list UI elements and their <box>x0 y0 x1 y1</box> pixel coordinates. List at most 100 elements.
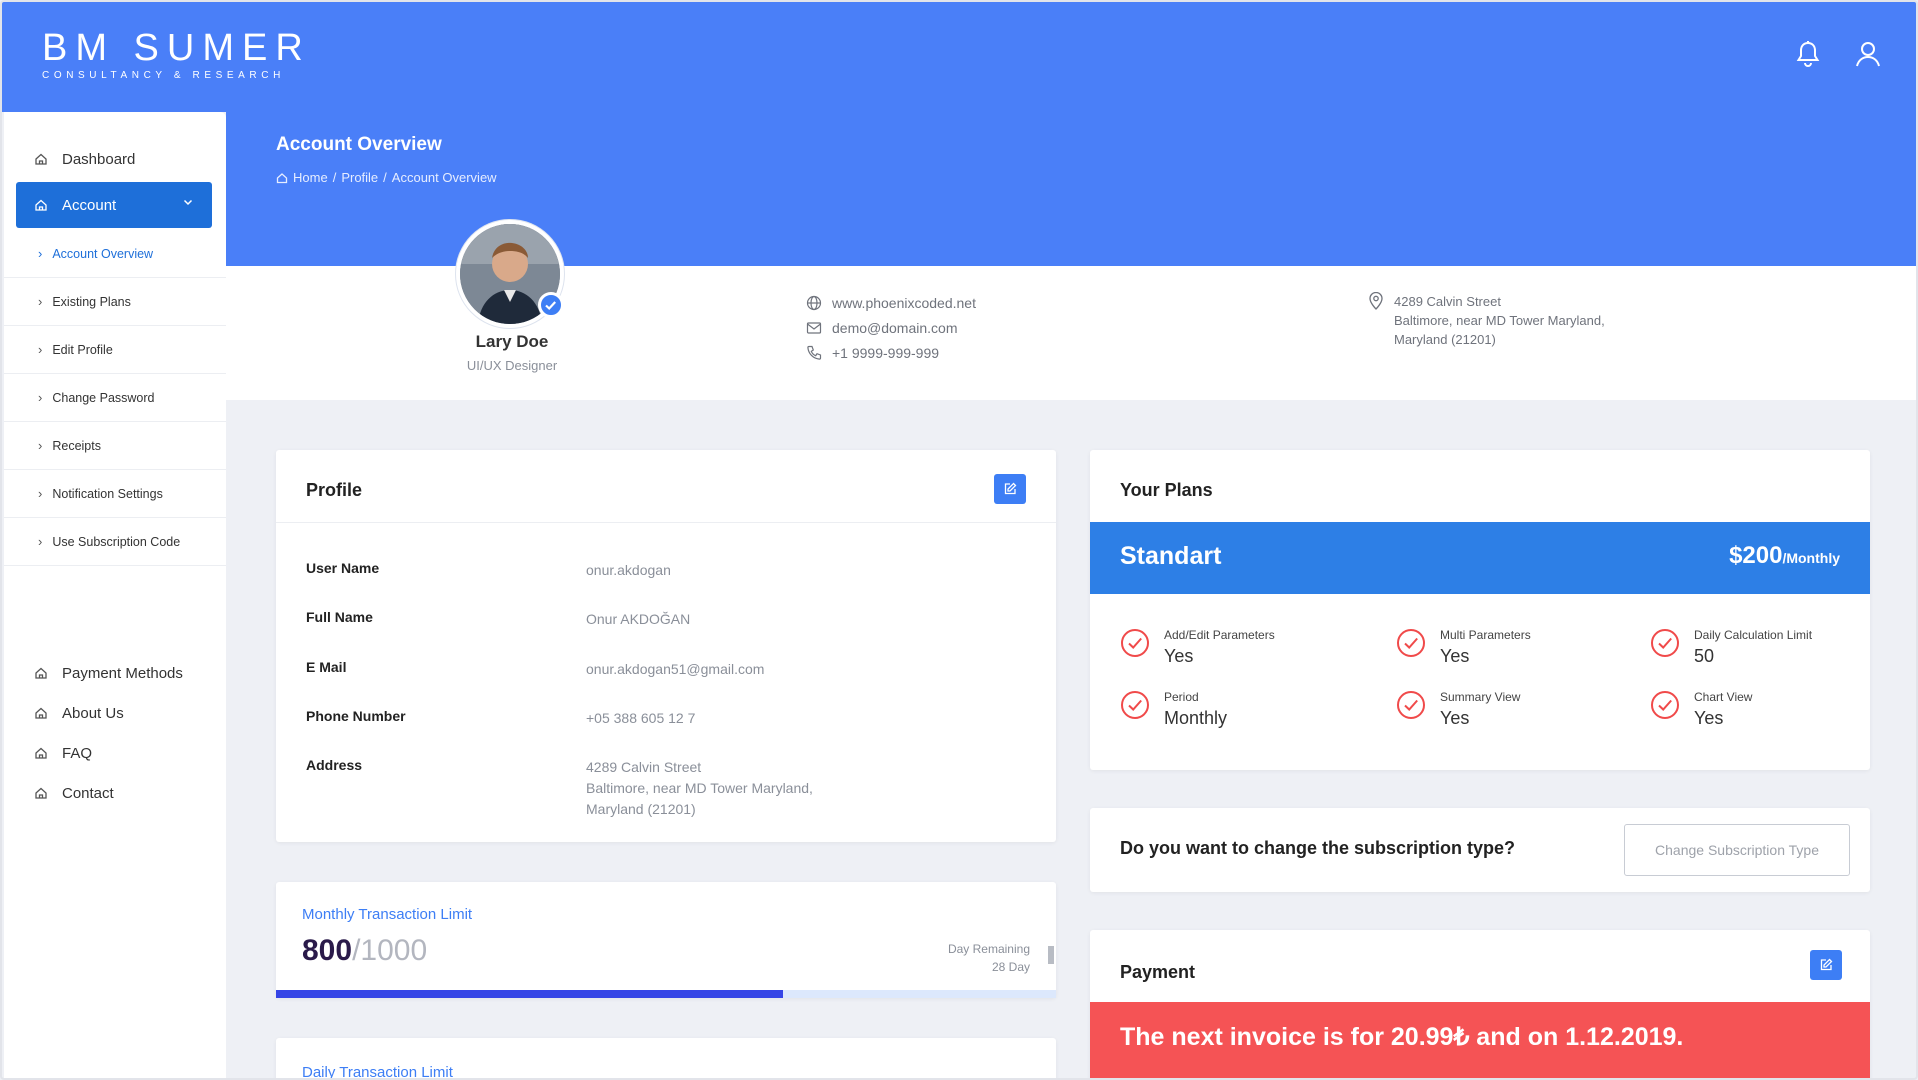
chevron-right-icon: › <box>38 246 43 261</box>
brand-logo[interactable]: BM SUMER CONSULTANCY & RESEARCH <box>42 28 311 81</box>
plan-banner: Standart $200/Monthly <box>1090 522 1870 594</box>
profile-row-phone: Phone Number +05 388 605 12 7 <box>306 708 695 729</box>
day-remaining-value: 28 Day <box>991 960 1030 974</box>
sidebar-subitem-notification-settings[interactable]: › Notification Settings <box>4 470 226 518</box>
chevron-right-icon: › <box>38 534 43 549</box>
edit-payment-button[interactable] <box>1810 950 1842 980</box>
profile-card-title: Profile <box>306 480 363 500</box>
sidebar-subitem-label: Change Password <box>52 390 155 405</box>
row-label: Full Name <box>306 609 373 625</box>
map-pin-icon <box>1369 292 1383 310</box>
feature-value: 50 <box>1694 646 1715 666</box>
breadcrumb: Home / Profile / Account Overview <box>276 170 497 185</box>
chevron-right-icon: › <box>38 486 43 501</box>
day-remaining: Day Remaining 28 Day <box>948 940 1030 976</box>
row-label: Phone Number <box>306 708 406 724</box>
brand-subtitle: CONSULTANCY & RESEARCH <box>42 70 285 81</box>
sidebar-item-contact[interactable]: Contact <box>16 770 212 816</box>
app-window: BM SUMER CONSULTANCY & RESEARCH Account … <box>0 0 1918 1080</box>
address-line: Baltimore, near MD Tower Maryland, <box>586 780 813 796</box>
chevron-right-icon: › <box>38 294 43 309</box>
breadcrumb-profile[interactable]: Profile <box>341 170 378 185</box>
plans-card: Your Plans Standart $200/Monthly Add/Edi… <box>1090 450 1870 770</box>
subscription-question: Do you want to change the subscription t… <box>1120 838 1516 858</box>
sidebar-subitem-edit-profile[interactable]: › Edit Profile <box>4 326 226 374</box>
feature-label: Chart View <box>1694 690 1753 704</box>
edit-profile-button[interactable] <box>994 474 1026 504</box>
sidebar-subitem-use-subscription-code[interactable]: › Use Subscription Code <box>4 518 226 566</box>
plan-feature: Multi Parameters Yes <box>1396 628 1531 667</box>
feature-label: Multi Parameters <box>1440 628 1531 642</box>
home-icon <box>35 787 47 799</box>
check-circle-icon <box>1121 629 1149 657</box>
plan-feature: Add/Edit Parameters Yes <box>1120 628 1275 667</box>
scroll-handle[interactable] <box>1048 946 1054 964</box>
limit-total: /1000 <box>352 934 428 967</box>
top-bar: BM SUMER CONSULTANCY & RESEARCH <box>2 2 1916 112</box>
feature-value: Monthly <box>1164 708 1228 728</box>
home-icon <box>35 707 47 719</box>
address-line: Maryland (21201) <box>1394 332 1496 347</box>
payment-card: Payment The next invoice is for 20.99₺ a… <box>1090 930 1870 1078</box>
globe-icon <box>806 295 822 310</box>
contact-email[interactable]: demo@domain.com <box>806 315 976 340</box>
home-icon <box>35 199 47 211</box>
feature-value: Yes <box>1440 708 1470 728</box>
user-icon[interactable] <box>1852 38 1884 70</box>
row-label: E Mail <box>306 659 347 675</box>
row-value: Onur AKDOĞAN <box>586 611 691 627</box>
feature-value: Yes <box>1694 708 1724 728</box>
home-icon <box>35 667 47 679</box>
sidebar-subitem-receipts[interactable]: › Receipts <box>4 422 226 470</box>
divider <box>276 522 1056 523</box>
sidebar-item-label: Contact <box>62 784 114 802</box>
breadcrumb-home[interactable]: Home <box>293 170 328 185</box>
sidebar-subitem-label: Edit Profile <box>52 342 113 357</box>
phone-icon <box>807 345 822 360</box>
contact-phone[interactable]: +1 9999-999-999 <box>806 340 976 365</box>
sidebar-subitem-label: Receipts <box>52 438 101 453</box>
profile-card: Profile User Name onur.akdogan Full Name… <box>276 450 1056 842</box>
contact-address: 4289 Calvin Street Baltimore, near MD To… <box>1368 292 1605 349</box>
day-remaining-label: Day Remaining <box>947 942 1030 956</box>
contact-info: www.phoenixcoded.net demo@domain.com +1 … <box>806 290 976 365</box>
check-circle-icon <box>1121 691 1149 719</box>
sidebar-subitem-account-overview[interactable]: › Account Overview <box>4 230 226 278</box>
sidebar-item-label: Dashboard <box>62 150 136 168</box>
address-line: 4289 Calvin Street <box>586 759 702 775</box>
row-label: Address <box>306 757 363 773</box>
sidebar-item-account[interactable]: Account <box>16 182 212 228</box>
plan-name: Standart <box>1120 542 1222 570</box>
payment-notice-banner: The next invoice is for 20.99₺ and on 1.… <box>1090 1002 1870 1078</box>
email-text: demo@domain.com <box>832 319 958 336</box>
check-circle-icon <box>1397 691 1425 719</box>
brand-title: BM SUMER <box>42 27 311 69</box>
profile-role: UI/UX Designer <box>466 358 558 373</box>
website-text: www.phoenixcoded.net <box>832 294 976 311</box>
change-subscription-button[interactable]: Change Subscription Type <box>1624 824 1850 876</box>
chevron-right-icon: › <box>38 390 43 405</box>
profile-name: Lary Doe <box>475 332 549 351</box>
contact-website[interactable]: www.phoenixcoded.net <box>806 290 976 315</box>
chevron-down-icon <box>183 199 193 206</box>
profile-row-email: E Mail onur.akdogan51@gmail.com <box>306 659 764 680</box>
sidebar-subitem-change-password[interactable]: › Change Password <box>4 374 226 422</box>
sidebar-subitem-label: Use Subscription Code <box>52 534 181 549</box>
home-icon <box>35 153 47 165</box>
monthly-limit-value: 800/1000 <box>302 934 427 968</box>
sidebar-item-label: Account <box>62 196 117 214</box>
verified-badge-icon <box>538 292 564 318</box>
progress-track <box>276 990 1056 998</box>
limit-used: 800 <box>302 934 353 967</box>
feature-value: Yes <box>1164 646 1194 666</box>
plan-feature: Period Monthly <box>1120 690 1227 729</box>
sidebar-item-label: Payment Methods <box>62 664 183 682</box>
profile-row-fullname: Full Name Onur AKDOĞAN <box>306 609 690 630</box>
home-icon <box>276 172 288 183</box>
address-line: Maryland (21201) <box>586 801 696 817</box>
sidebar-item-dashboard[interactable]: Dashboard <box>16 136 212 182</box>
address-line: 4289 Calvin Street <box>1394 294 1501 309</box>
bell-icon[interactable] <box>1792 38 1824 70</box>
profile-row-username: User Name onur.akdogan <box>306 560 671 581</box>
sidebar-subitem-existing-plans[interactable]: › Existing Plans <box>4 278 226 326</box>
